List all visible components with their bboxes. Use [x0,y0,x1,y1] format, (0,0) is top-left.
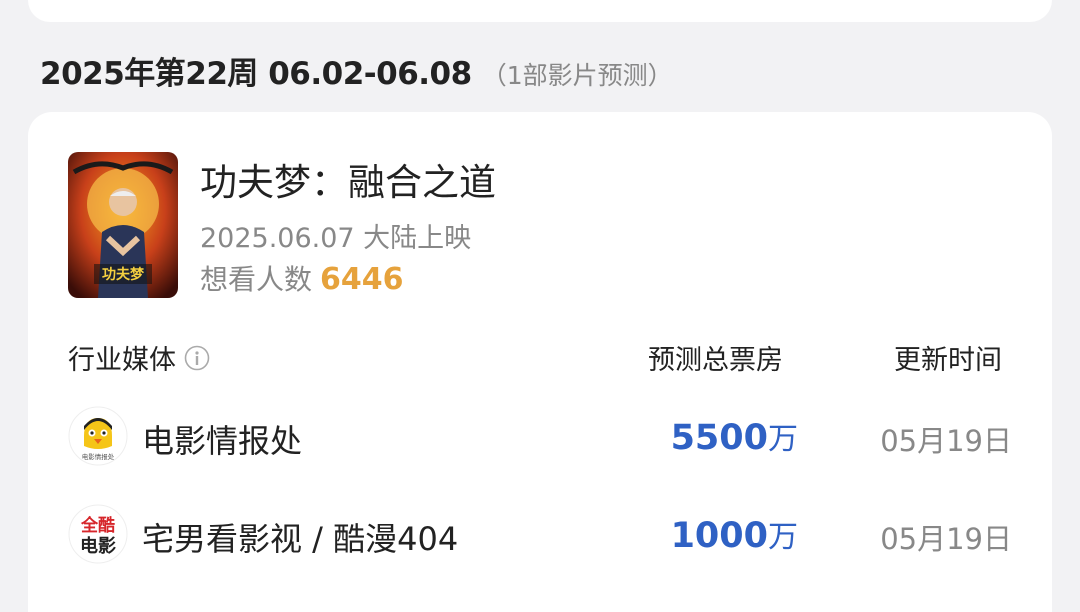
media-row[interactable]: 全酷 电影 宅男看影视 / 酷漫404 1000 万 05月19日 [28,504,1052,568]
column-header-updated: 更新时间 [894,345,1002,376]
media-header-label: 行业媒体 [68,345,176,376]
week-title: 2025年第22周 06.02-06.08 [40,56,472,92]
logo-caption: 电影情报处 [82,452,115,461]
predicted-unit: 万 [768,422,798,457]
info-icon[interactable] [184,345,210,371]
media-name[interactable]: 宅男看影视 / 酷漫404 [142,514,458,560]
media-logo-dianying-qingbaochu: 电影情报处 [68,406,128,466]
week-film-count: （1部影片预测） [481,61,673,90]
column-header-media: 行业媒体 [68,338,210,377]
update-date: 05月19日 [880,522,1012,556]
predicted-value: 5500 [670,418,768,458]
want-label: 想看人数 [200,263,313,296]
predicted-unit: 万 [768,520,798,555]
media-row[interactable]: 电影情报处 电影情报处 5500 万 05月19日 [28,406,1052,470]
update-date: 05月19日 [880,424,1012,458]
media-name[interactable]: 电影情报处 [142,416,302,462]
predicted-value: 1000 [670,516,768,556]
column-header-prediction: 预测总票房 [648,345,783,376]
movie-title[interactable]: 功夫梦：融合之道 [200,152,496,206]
previous-card-bottom [28,0,1052,22]
want-count: 6446 [320,262,404,297]
movie-card[interactable]: 功夫梦 功夫梦：融合之道 2025.06.07 大陆上映 想看人数 6446 行… [28,112,1052,612]
predicted-box-office: 5500 万 [671,414,798,458]
media-logo-quanku-dianying: 全酷 电影 [68,504,128,564]
want-to-see: 想看人数 6446 [200,258,404,298]
predicted-box-office: 1000 万 [671,512,798,556]
movie-poster[interactable]: 功夫梦 [68,152,178,298]
week-header: 2025年第22周 06.02-06.08 （1部影片预测） [40,48,673,93]
poster-title-text: 功夫梦 [102,266,145,283]
poster-image: 功夫梦 [68,152,178,298]
logo-top-text: 全酷 [80,515,115,536]
release-date: 2025.06.07 大陆上映 [200,223,472,254]
logo-bottom-text: 电影 [80,535,116,557]
